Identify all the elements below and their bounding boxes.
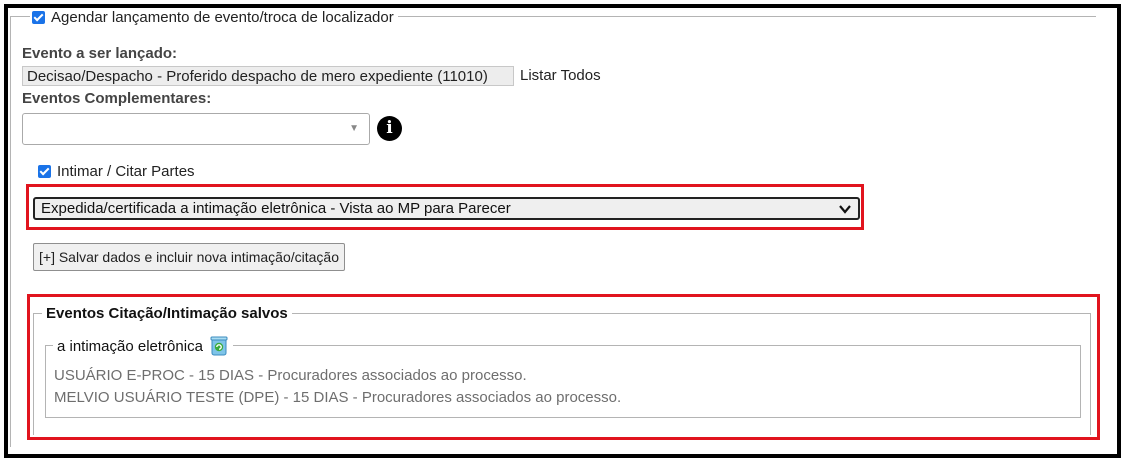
intimar-checkbox[interactable] (38, 165, 51, 178)
intimacao-select[interactable]: Expedida/certificada a intimação eletrôn… (33, 197, 860, 220)
agendar-checkbox[interactable] (32, 11, 45, 24)
list-item: MELVIO USUÁRIO TESTE (DPE) - 15 DIAS - P… (54, 389, 622, 406)
intimacao-group-title: a intimação eletrônica (57, 337, 203, 355)
agendar-legend[interactable]: Agendar lançamento de evento/troca de lo… (30, 9, 398, 26)
intimacao-group-legend: a intimação eletrônica (53, 335, 233, 357)
intimar-label: Intimar / Citar Partes (57, 163, 195, 180)
eventos-complementares-select[interactable]: ▼ (22, 113, 370, 145)
chevron-down-icon (838, 198, 852, 221)
eventos-salvos-title: Eventos Citação/Intimação salvos (42, 305, 292, 322)
recycle-bin-icon[interactable] (209, 335, 229, 357)
intimar-option[interactable]: Intimar / Citar Partes (38, 163, 195, 180)
listar-todos-link[interactable]: Listar Todos (520, 67, 601, 84)
agendar-label: Agendar lançamento de evento/troca de lo… (51, 9, 394, 26)
salvar-incluir-button[interactable]: [+] Salvar dados e incluir nova intimaçã… (33, 243, 345, 271)
chevron-down-icon: ▼ (349, 123, 359, 134)
evento-value[interactable]: Decisao/Despacho - Proferido despacho de… (22, 66, 514, 86)
eventos-complementares-label: Eventos Complementares: (22, 90, 212, 107)
list-item: USUÁRIO E-PROC - 15 DIAS - Procuradores … (54, 367, 527, 384)
info-icon[interactable]: i (377, 116, 402, 141)
evento-label: Evento a ser lançado: (22, 45, 178, 62)
intimacao-select-value: Expedida/certificada a intimação eletrôn… (41, 200, 511, 217)
